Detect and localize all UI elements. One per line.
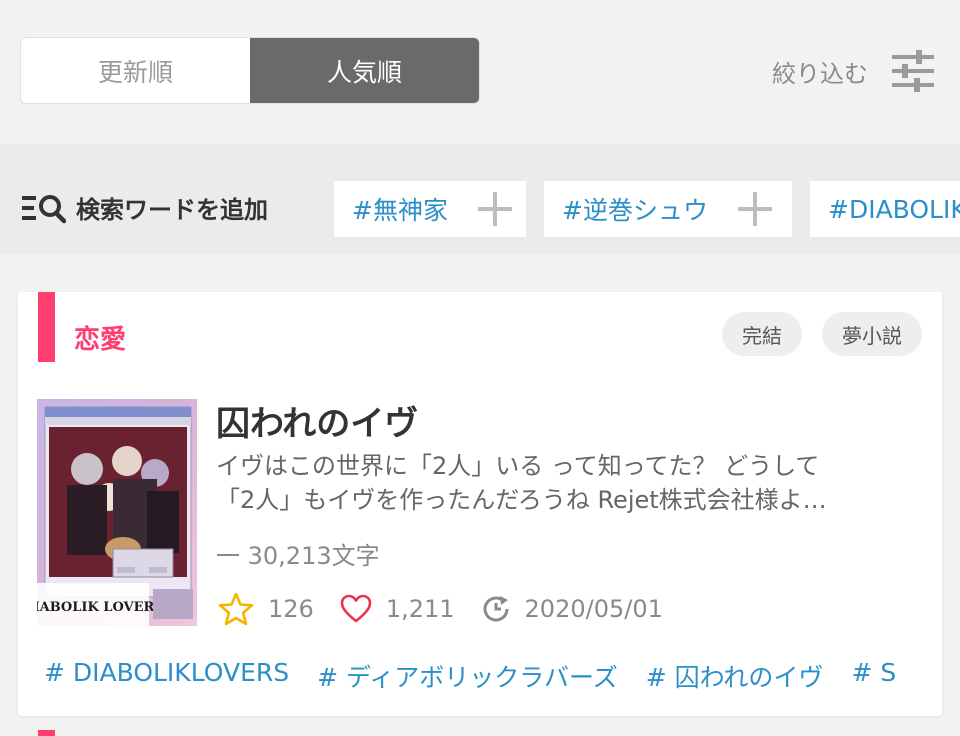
story-tag[interactable]: # DIABOLIKLOVERS [44,658,289,694]
updated-stat: 2020/05/01 [481,594,663,624]
sliders-icon [892,50,934,92]
search-word-chip[interactable]: #逆巻シュウ [544,181,792,237]
updated-date: 2020/05/01 [524,595,663,623]
story-tag[interactable]: # S [851,658,896,694]
like-stat: 1,211 [340,594,455,624]
heart-icon [340,594,372,623]
genre-label: 恋愛 [74,325,127,355]
story-description: イヴはこの世界に「2人」いる って知ってた？ どうして 「2人」もイヴを作ったん… [216,449,916,517]
genre-color-bar [38,292,55,362]
search-word-text: #逆巻シュウ [562,196,708,225]
sort-popular-button[interactable]: 人気順 [250,38,479,103]
story-tag[interactable]: # 囚われのイヴ [646,658,824,694]
add-icon [477,192,512,226]
filter-label: 絞り込む [772,59,868,88]
story-description-line: 「2人」もイヴを作ったんだろうね Rejet株式会社様よ… [216,486,827,514]
dream-novel-badge: 夢小説 [822,312,922,356]
search-words-strip: 検索ワードを追加 #無神家 #逆巻シュウ #DIABOLIK [0,144,960,254]
star-icon [218,592,254,626]
next-card-genre-bar [38,730,55,736]
add-search-word-button[interactable]: 検索ワードを追加 [22,190,268,225]
story-tags: # DIABOLIKLOVERS # ディアボリックラバーズ # 囚われのイヴ … [44,658,924,694]
character-count: 一 30,213文字 [216,542,380,570]
cover-logo-text: DIABOLIK LOVERS [37,600,164,615]
completed-badge: 完結 [722,312,802,356]
search-list-icon [22,194,66,223]
story-card[interactable]: 恋愛 完結 夢小説 DIABOLIK LOVERS 囚 [18,292,942,716]
story-description-line: イヴはこの世界に「2人」いる って知ってた？ どうして [216,452,820,480]
story-cover-image[interactable]: DIABOLIK LOVERS [37,399,197,626]
status-badges: 完結 夢小説 [722,312,922,356]
star-stat: 126 [218,592,314,626]
search-word-chip[interactable]: #無神家 [334,181,526,237]
update-clock-icon [483,596,509,622]
search-word-chip[interactable]: #DIABOLIK [810,181,960,237]
story-stats: 126 1,211 2020/05/01 [218,592,689,626]
story-title[interactable]: 囚われのイヴ [216,396,418,445]
add-icon [737,192,772,226]
sort-bar: 更新順 人気順 絞り込む [0,0,960,144]
like-count: 1,211 [385,595,455,623]
story-tag[interactable]: # ディアボリックラバーズ [317,658,618,694]
search-word-text: #無神家 [352,196,448,225]
search-word-text: #DIABOLIK [828,194,960,224]
star-count: 126 [268,595,314,623]
sort-segmented-control: 更新順 人気順 [20,37,480,104]
sort-newest-button[interactable]: 更新順 [21,38,250,103]
add-search-word-label: 検索ワードを追加 [76,196,268,224]
filter-button[interactable]: 絞り込む [772,48,936,94]
